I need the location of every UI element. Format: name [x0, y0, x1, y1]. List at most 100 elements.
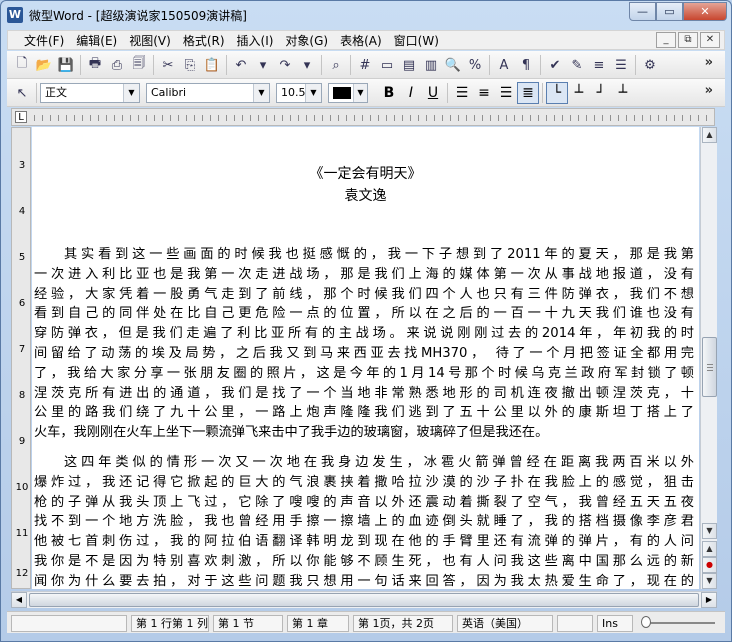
- minimize-button[interactable]: —: [629, 2, 656, 21]
- doc-minimize-button[interactable]: _: [656, 32, 676, 48]
- menu-object[interactable]: 对象(G): [279, 33, 334, 49]
- zoom-icon[interactable]: 🔍: [442, 54, 464, 76]
- ruler-number: 7: [18, 344, 26, 355]
- word-app-icon[interactable]: W: [7, 7, 23, 23]
- paste-icon[interactable]: 📋: [201, 54, 223, 76]
- font-style-icon[interactable]: A: [493, 54, 515, 76]
- status-language[interactable]: 英语（美国）: [457, 615, 553, 632]
- font-select[interactable]: Calibri ▼: [146, 83, 270, 103]
- status-bar: 第 1 行第 1 列 第 1 节 第 1 章 第 1页，共 2页 英语（美国） …: [7, 611, 725, 633]
- toolbar-overflow-icon[interactable]: »: [705, 83, 713, 98]
- font-size-select[interactable]: 10.5 ▼: [276, 83, 322, 103]
- cut-icon[interactable]: ✂: [157, 54, 179, 76]
- align-center-icon[interactable]: ≡: [473, 82, 495, 104]
- menu-format[interactable]: 格式(R): [177, 33, 231, 49]
- find-binoculars-icon[interactable]: ⌕: [325, 54, 347, 76]
- next-page-icon[interactable]: ▼: [702, 573, 717, 589]
- right-tab-icon[interactable]: ┘: [590, 82, 612, 104]
- menu-window[interactable]: 窗口(W): [388, 33, 445, 49]
- text-line: 枪的子弹从我头顶上飞过，它除了嗖嗖的声音以外还震动着撕裂了空气，我曾经五天五夜: [34, 494, 694, 510]
- toolbar-separator: [350, 55, 351, 75]
- menu-file[interactable]: 文件(F): [18, 33, 70, 49]
- zoom-slider[interactable]: [647, 622, 715, 624]
- status-insert-mode[interactable]: Ins: [597, 615, 633, 632]
- menu-edit[interactable]: 编辑(E): [70, 33, 123, 49]
- doc-restore-button[interactable]: ⧉: [678, 32, 698, 48]
- chevron-down-icon[interactable]: ▼: [253, 84, 269, 102]
- bold-button[interactable]: B: [378, 82, 400, 104]
- font-size-value: 10.5: [281, 86, 306, 99]
- maximize-button[interactable]: ▭: [656, 2, 683, 21]
- scroll-left-icon[interactable]: ◀: [11, 592, 27, 608]
- align-right-icon[interactable]: ☰: [495, 82, 517, 104]
- paragraph-style-icon[interactable]: ¶: [515, 54, 537, 76]
- menu-table[interactable]: 表格(A): [334, 33, 388, 49]
- menu-insert[interactable]: 插入(I): [231, 33, 280, 49]
- italic-button[interactable]: I: [400, 82, 422, 104]
- percent-icon[interactable]: %: [464, 54, 486, 76]
- vertical-scrollbar[interactable]: ▲ ▼ ▲ ● ▼: [700, 127, 717, 589]
- doc-close-button[interactable]: ✕: [700, 32, 720, 48]
- word-count-icon[interactable]: ≡: [588, 54, 610, 76]
- toolbar-overflow-icon[interactable]: »: [705, 55, 713, 70]
- scroll-up-icon[interactable]: ▲: [702, 127, 717, 143]
- save-icon[interactable]: 💾: [55, 54, 77, 76]
- text-line: 他被七首刺伤过，我的阿拉伯语翻译韩明龙到现在他的手臂里还有流弹的弹片，有的人问: [34, 534, 694, 550]
- ruler-scale: [34, 115, 708, 121]
- insert-header-icon[interactable]: ▤: [398, 54, 420, 76]
- export-pdf-icon[interactable]: ⎙: [106, 54, 128, 76]
- open-folder-icon[interactable]: 📂: [33, 54, 55, 76]
- spell-check-icon[interactable]: ✔: [544, 54, 566, 76]
- redo-icon[interactable]: ↷: [274, 54, 296, 76]
- copy-icon[interactable]: ⎘: [179, 54, 201, 76]
- undo-icon[interactable]: ↶: [230, 54, 252, 76]
- menu-view[interactable]: 视图(V): [123, 33, 177, 49]
- insert-field-icon[interactable]: ▭: [376, 54, 398, 76]
- browse-object-icon[interactable]: ●: [702, 557, 717, 573]
- toolbar-separator: [489, 55, 490, 75]
- document-page[interactable]: 《一定会有明天》 袁文逸 其实看到这一些画面的时候我也挺感慨的，我一下子想到了2…: [32, 127, 699, 589]
- chevron-down-icon[interactable]: ▼: [305, 84, 321, 102]
- statistics-icon[interactable]: ☰: [610, 54, 632, 76]
- horizontal-ruler[interactable]: L: [11, 108, 715, 126]
- macro-icon[interactable]: ⚙: [639, 54, 661, 76]
- ruler-number: 6: [18, 298, 26, 309]
- text-line: 闻你为什么要去拍，对于这些问题我只想用一句话来回答，因为我太热爱生命了，现在的: [34, 573, 694, 589]
- vertical-scroll-thumb[interactable]: [702, 337, 717, 397]
- text-line: 这四年类似的情形一次又一次地在我身边发生，冰雹火箭弹曾经在距离我两百米以外: [64, 455, 694, 470]
- print-preview-icon[interactable]: 🗐: [128, 54, 150, 76]
- style-select[interactable]: 正文 ▼: [40, 83, 140, 103]
- scroll-right-icon[interactable]: ▶: [701, 592, 717, 608]
- redo-dropdown-icon[interactable]: ▾: [296, 54, 318, 76]
- status-section: 第 1 节: [213, 615, 283, 632]
- text-color-select[interactable]: ▼: [328, 83, 368, 103]
- vertical-ruler[interactable]: 3 4 5 6 7 8 9 10 11 12: [11, 127, 31, 589]
- chevron-down-icon[interactable]: ▼: [123, 84, 139, 102]
- undo-dropdown-icon[interactable]: ▾: [252, 54, 274, 76]
- font-value: Calibri: [151, 86, 187, 99]
- insert-page-number-icon[interactable]: #: [354, 54, 376, 76]
- horizontal-scrollbar[interactable]: ◀ ▶: [11, 591, 717, 608]
- text-color-swatch: [333, 87, 351, 99]
- track-changes-icon[interactable]: ✎: [566, 54, 588, 76]
- close-button[interactable]: ✕: [683, 2, 727, 21]
- print-icon[interactable]: 🖶: [84, 54, 106, 76]
- decimal-tab-icon[interactable]: ┴: [612, 82, 634, 104]
- select-pointer-icon[interactable]: ↖: [11, 82, 33, 104]
- align-justify-icon[interactable]: ≣: [517, 82, 539, 104]
- zoom-slider-knob[interactable]: [641, 616, 651, 628]
- new-document-icon[interactable]: 🗋: [11, 54, 33, 76]
- ruler-number: 4: [18, 206, 26, 217]
- chevron-down-icon[interactable]: ▼: [353, 84, 367, 102]
- align-left-icon[interactable]: ☰: [451, 82, 473, 104]
- tab-stop-selector[interactable]: L: [15, 111, 27, 123]
- left-tab-icon[interactable]: └: [546, 82, 568, 104]
- horizontal-scroll-thumb[interactable]: [29, 593, 699, 607]
- ruler-number: 9: [18, 436, 26, 447]
- scroll-down-icon[interactable]: ▼: [702, 523, 717, 539]
- center-tab-icon[interactable]: ┴: [568, 82, 590, 104]
- status-line-col: 第 1 行第 1 列: [131, 615, 209, 632]
- previous-page-icon[interactable]: ▲: [702, 541, 717, 557]
- underline-button[interactable]: U: [422, 82, 444, 104]
- insert-footer-icon[interactable]: ▥: [420, 54, 442, 76]
